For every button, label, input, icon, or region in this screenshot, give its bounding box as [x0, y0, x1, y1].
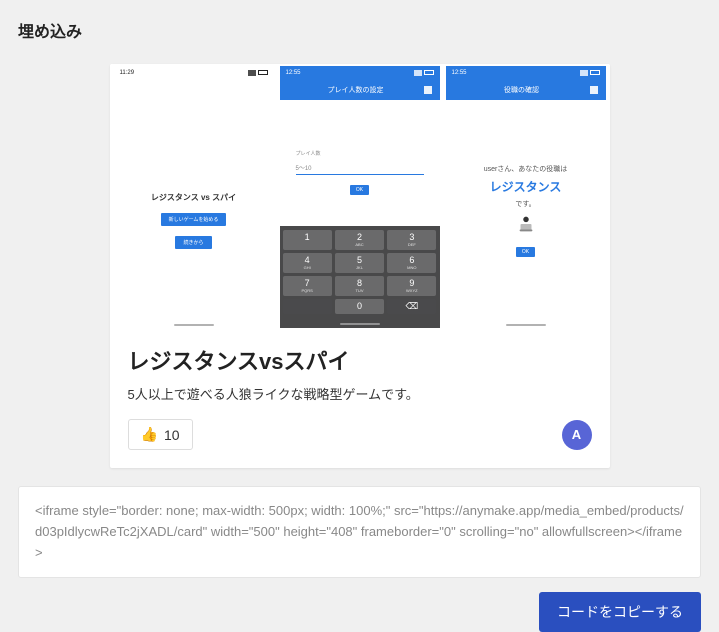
new-game-button: 新しいゲームを始める	[161, 213, 227, 226]
key-3: 3DEF	[387, 230, 436, 250]
role-desc: です。	[515, 199, 535, 209]
phone-statusbar: 11:29	[114, 66, 274, 80]
home-indicator	[114, 320, 274, 328]
home-icon	[424, 86, 432, 94]
key-4: 4GHI	[283, 253, 332, 273]
role-name: レジスタンス	[490, 178, 562, 195]
role-line1: userさん、あなたの役職は	[484, 164, 568, 174]
copy-code-button[interactable]: コードをコピーする	[539, 592, 701, 632]
ok-button: OK	[350, 185, 369, 195]
header-title: プレイ人数の設定	[328, 85, 384, 95]
thumbs-up-icon: 👍	[141, 426, 158, 443]
phone-body: userさん、あなたの役職は レジスタンス です。 OK	[446, 100, 606, 320]
phone-header: プレイ人数の設定	[280, 80, 440, 100]
copy-row: コードをコピーする	[18, 592, 701, 632]
phone-body: レジスタンス vs スパイ 新しいゲームを始める 続きから	[114, 80, 274, 320]
key-9: 9WXYZ	[387, 276, 436, 296]
key-0: 0	[335, 299, 384, 314]
phone-body: プレイ人数 5〜10 OK	[280, 100, 440, 226]
screenshot-3: 12:55 役職の確認 userさん、あなたの役職は レジスタンス です。 OK	[446, 66, 606, 328]
input-label: プレイ人数	[296, 150, 424, 157]
card-content: レジスタンスvsスパイ 5人以上で遊べる人狼ライクな戦略型ゲームです。 👍 10…	[110, 328, 610, 468]
card-title: レジスタンスvsスパイ	[128, 344, 592, 376]
status-icons	[580, 70, 600, 76]
screenshot-1: 11:29 レジスタンス vs スパイ 新しいゲームを始める 続きから	[114, 66, 274, 328]
phone-time: 11:29	[120, 70, 135, 76]
continue-button: 続きから	[175, 236, 211, 249]
key-delete: ⌫	[387, 299, 436, 314]
numeric-keypad: 1 2ABC 3DEF 4GHI 5JKL 6MNO 7PQRS 8TUV 9W…	[280, 226, 440, 322]
status-icons	[414, 70, 434, 76]
card-description: 5人以上で遊べる人狼ライクな戦略型ゲームです。	[128, 384, 592, 403]
section-title: 埋め込み	[18, 18, 701, 42]
key-2: 2ABC	[335, 230, 384, 250]
like-count: 10	[164, 427, 180, 443]
person-laptop-icon	[515, 213, 537, 235]
phone-header: 役職の確認	[446, 80, 606, 100]
embed-preview-card: 11:29 レジスタンス vs スパイ 新しいゲームを始める 続きから 12:5…	[110, 64, 610, 468]
ok-button: OK	[516, 247, 535, 257]
home-icon	[590, 86, 598, 94]
key-6: 6MNO	[387, 253, 436, 273]
author-avatar[interactable]: A	[562, 420, 592, 450]
phone-statusbar: 12:55	[280, 66, 440, 80]
header-title: 役職の確認	[504, 85, 539, 95]
key-1: 1	[283, 230, 332, 250]
like-button[interactable]: 👍 10	[128, 419, 193, 450]
screenshot-2: 12:55 プレイ人数の設定 プレイ人数 5〜10 OK 1 2ABC 3DEF…	[280, 66, 440, 328]
status-icons	[248, 70, 268, 76]
phone-time: 12:55	[452, 70, 467, 76]
key-7: 7PQRS	[283, 276, 332, 296]
key-5: 5JKL	[335, 253, 384, 273]
card-footer: 👍 10 A	[128, 419, 592, 450]
embed-code-box[interactable]: <iframe style="border: none; max-width: …	[18, 486, 701, 578]
key-blank	[283, 299, 332, 314]
phone-statusbar: 12:55	[446, 66, 606, 80]
home-indicator	[280, 322, 440, 328]
home-indicator	[446, 320, 606, 328]
app-title: レジスタンス vs スパイ	[151, 192, 236, 203]
card-screenshots: 11:29 レジスタンス vs スパイ 新しいゲームを始める 続きから 12:5…	[110, 64, 610, 328]
key-8: 8TUV	[335, 276, 384, 296]
player-count-input: 5〜10	[296, 163, 424, 175]
phone-time: 12:55	[286, 70, 301, 76]
